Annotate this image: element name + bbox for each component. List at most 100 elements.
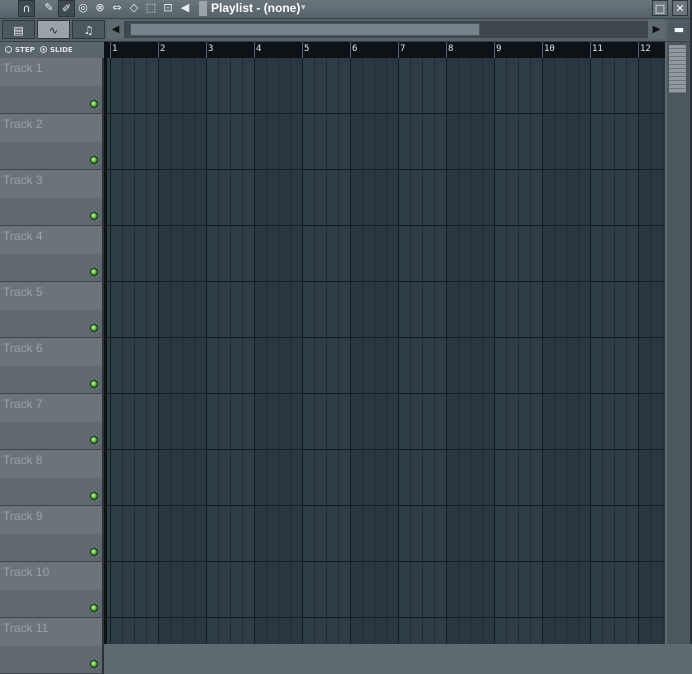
track-header[interactable]: Track 8 (0, 450, 104, 506)
track-enable-led-icon[interactable] (90, 660, 98, 668)
tab-note[interactable]: ♫ (72, 20, 105, 39)
track-enable-led-icon[interactable] (90, 604, 98, 612)
slide-mode-radio[interactable]: SLIDE (40, 44, 73, 56)
zoom-tool-icon[interactable]: ⊡ (161, 1, 175, 15)
beat-line (518, 58, 519, 644)
bar-line (638, 58, 639, 644)
track-header[interactable]: Track 10 (0, 562, 104, 618)
beat-line (122, 58, 123, 644)
track-label: Track 11 (3, 621, 49, 635)
row-line (104, 113, 665, 114)
track-header[interactable]: Track 9 (0, 506, 104, 562)
title-grip[interactable] (199, 1, 207, 16)
track-header[interactable]: Track 1 (0, 58, 104, 114)
slip-tool-icon[interactable]: ⇔ (110, 1, 124, 15)
vertical-scrollbar[interactable] (667, 42, 690, 644)
track-label: Track 2 (3, 117, 43, 131)
beat-line (338, 58, 339, 644)
vertical-scroll-thumb[interactable] (668, 44, 687, 94)
track-label: Track 8 (3, 453, 43, 467)
track-header[interactable]: Track 2 (0, 114, 104, 170)
row-line (104, 281, 665, 282)
bar-tick (494, 42, 495, 58)
track-header[interactable]: Track 5 (0, 282, 104, 338)
menu-button[interactable]: ▬ (668, 19, 690, 40)
paint-brush-icon[interactable]: ✐ (58, 0, 75, 17)
track-header[interactable]: Track 7 (0, 394, 104, 450)
beat-line (374, 58, 375, 644)
row-line (104, 617, 665, 618)
track-enable-led-icon[interactable] (90, 268, 98, 276)
track-enable-led-icon[interactable] (90, 492, 98, 500)
track-enable-led-icon[interactable] (90, 324, 98, 332)
scroll-right-button[interactable]: ▶ (648, 20, 665, 39)
pencil-icon[interactable]: ✎ (42, 1, 56, 15)
step-mode-radio[interactable]: STEP (5, 44, 35, 56)
row-line (104, 449, 665, 450)
tab-pattern[interactable]: ▤ (2, 20, 35, 39)
bar-line (398, 58, 399, 644)
beat-line (290, 58, 291, 644)
beat-line (230, 58, 231, 644)
bar-number: 12 (640, 44, 651, 54)
note-icon: ♫ (83, 24, 94, 37)
beat-line (470, 58, 471, 644)
track-header[interactable]: Track 11 (0, 618, 104, 674)
bar-line (206, 58, 207, 644)
beat-line (242, 58, 243, 644)
track-enable-led-icon[interactable] (90, 436, 98, 444)
bar-number: 4 (256, 44, 262, 54)
track-enable-led-icon[interactable] (90, 156, 98, 164)
beat-line (650, 58, 651, 644)
track-enable-led-icon[interactable] (90, 548, 98, 556)
row-line (104, 393, 665, 394)
snap-mode-selector: STEP SLIDE (0, 42, 104, 58)
bar-number: 9 (496, 44, 502, 54)
track-label: Track 10 (3, 565, 50, 579)
magnet-icon[interactable]: ∩ (18, 0, 35, 17)
horizontal-scrollbar[interactable] (124, 21, 648, 38)
bar-tick (302, 42, 303, 58)
bar-tick (638, 42, 639, 58)
beat-line (362, 58, 363, 644)
playlist-grid[interactable] (104, 58, 665, 644)
track-label: Track 1 (3, 61, 43, 75)
bar-shade (638, 58, 665, 644)
beat-line (578, 58, 579, 644)
track-enable-led-icon[interactable] (90, 212, 98, 220)
bar-tick (542, 42, 543, 58)
beat-line (182, 58, 183, 644)
timeline-ruler[interactable]: 1 2 3 4 5 6 7 8 9 10 11 12 (104, 42, 665, 58)
mute-tool-icon[interactable]: ⊗ (93, 1, 107, 15)
track-enable-led-icon[interactable] (90, 380, 98, 388)
track-header[interactable]: Track 6 (0, 338, 104, 394)
track-label: Track 7 (3, 397, 43, 411)
scroll-left-button[interactable]: ◀ (107, 20, 124, 39)
bar-line (110, 58, 111, 644)
playlist-toolbar: ▤ ∿ ♫ ◀ ▶ ▬ (0, 19, 692, 42)
radio-icon (5, 46, 12, 53)
bar-tick (590, 42, 591, 58)
maximize-button[interactable]: □ (652, 0, 668, 16)
select-tool-icon[interactable]: ⬚ (144, 1, 158, 15)
bar-line (254, 58, 255, 644)
beat-line (482, 58, 483, 644)
track-header[interactable]: Track 3 (0, 170, 104, 226)
beat-line (554, 58, 555, 644)
bar-number: 11 (592, 44, 603, 54)
slice-tool-icon[interactable]: ◇ (127, 1, 141, 15)
title-dropdown-icon[interactable]: ▾ (301, 1, 306, 16)
track-enable-led-icon[interactable] (90, 100, 98, 108)
bar-number: 1 (112, 44, 118, 54)
pattern-icon: ▤ (13, 24, 24, 37)
track-list: Track 1 Track 2 Track 3 Track 4 Track 5 Track… (0, 58, 104, 674)
automation-icon: ∿ (48, 24, 59, 37)
tab-automation[interactable]: ∿ (37, 20, 70, 39)
track-header[interactable]: Track 4 (0, 226, 104, 282)
delete-tool-icon[interactable]: ◎ (76, 1, 90, 15)
speaker-icon[interactable]: ◀ (178, 1, 192, 15)
beat-line (662, 58, 663, 644)
close-button[interactable]: ✕ (672, 0, 688, 16)
bar-line (158, 58, 159, 644)
horizontal-scroll-thumb[interactable] (130, 23, 480, 36)
